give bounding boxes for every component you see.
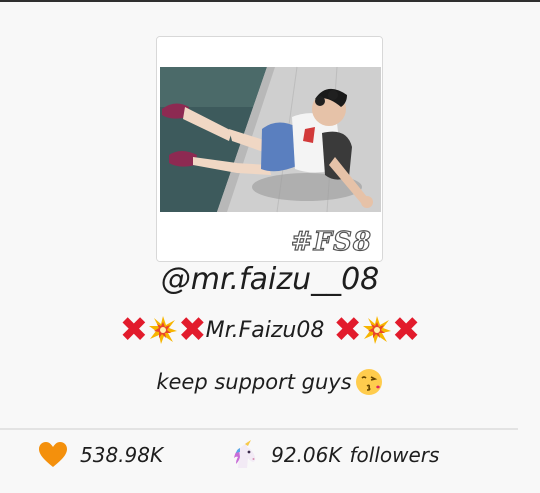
display-name: Mr.Faizu08 bbox=[205, 317, 325, 343]
top-border bbox=[0, 0, 540, 2]
cross-mark-icon: ✖ bbox=[178, 310, 207, 350]
unicorn-icon bbox=[234, 440, 256, 468]
stats-divider bbox=[0, 428, 518, 430]
profile-page: #FS8 @mr.faizu__08 ✖ ✖ Mr.Faizu08 ✖ ✖ ke… bbox=[0, 0, 540, 493]
orange-heart-icon bbox=[39, 442, 67, 467]
profile-handle[interactable]: @mr.faizu__08 bbox=[0, 262, 540, 297]
display-name-row: ✖ ✖ Mr.Faizu08 ✖ ✖ bbox=[0, 310, 540, 350]
profile-photo-card[interactable]: #FS8 bbox=[156, 36, 383, 262]
cross-mark-icon: ✖ bbox=[119, 310, 149, 350]
name-prefix-emojis: ✖ ✖ bbox=[119, 310, 207, 350]
face-blowing-kiss-icon bbox=[355, 369, 382, 395]
photo-watermark: #FS8 bbox=[290, 226, 372, 257]
cross-mark-icon: ✖ bbox=[391, 310, 421, 350]
followers-count: 92.06K bbox=[271, 443, 342, 467]
bio-row: keep support guys bbox=[0, 364, 540, 400]
followers-label: followers bbox=[349, 443, 440, 467]
cross-mark-icon: ✖ bbox=[333, 310, 362, 350]
collision-icon bbox=[149, 316, 178, 344]
likes-stat[interactable]: 538.98K bbox=[38, 441, 163, 469]
name-suffix-emojis: ✖ ✖ bbox=[333, 310, 421, 350]
likes-count: 538.98K bbox=[80, 443, 164, 467]
followers-stat[interactable]: 92.06K followers bbox=[229, 440, 439, 470]
collision-icon bbox=[362, 316, 391, 344]
stats-row: 538.98K 92.06K followers bbox=[38, 438, 439, 472]
bio-text: keep support guys bbox=[156, 370, 352, 394]
